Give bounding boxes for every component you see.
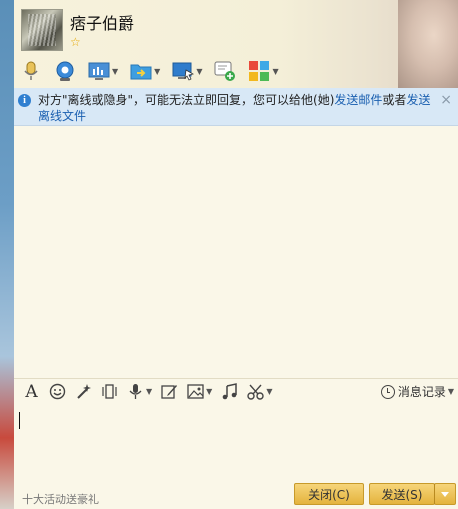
header-skin-image [398,0,458,88]
chat-toolbar: ▼ ▼ ▼ ▼ [20,58,291,84]
clock-icon [380,384,395,399]
doodle-button[interactable] [161,383,178,400]
image-button[interactable]: ▼ [187,383,212,400]
monitor-chart-icon [88,60,110,82]
microphone-icon [20,60,42,82]
message-history-area[interactable] [14,126,458,378]
text-cursor [19,412,20,429]
chat-add-icon [214,60,236,82]
emoji-button[interactable] [49,383,66,400]
chevron-down-icon[interactable]: ▼ [196,67,202,76]
chevron-down-icon[interactable]: ▼ [266,387,272,396]
screen-share-button[interactable]: ▼ [172,60,202,82]
font-button[interactable]: A [23,381,40,402]
voice-message-icon [127,383,144,400]
star-icon[interactable]: ☆ [70,36,81,48]
contact-name[interactable]: 痞子伯爵 [70,10,134,34]
music-button[interactable] [221,383,238,400]
webcam-icon [54,60,76,82]
close-button[interactable]: 关闭(C) [294,483,364,505]
folder-arrow-icon [130,60,152,82]
close-icon[interactable]: × [440,92,452,108]
apps-button[interactable]: ▼ [248,60,279,82]
send-button[interactable]: 发送(S) [369,483,435,505]
magic-expression-button[interactable] [75,383,92,400]
chevron-down-icon[interactable]: ▼ [448,387,454,396]
send-options-dropdown[interactable] [434,483,456,505]
chat-window: 痞子伯爵 ☆ ▼ ▼ ▼ ▼ i 对方"离线或隐身"，可能无法立即回复，您可以给… [14,0,458,509]
create-discussion-button[interactable] [214,60,236,82]
chevron-down-icon[interactable]: ▼ [206,387,212,396]
offline-notice-bar: i 对方"离线或隐身"，可能无法立即回复，您可以给他(她)发送邮件或者发送离线文… [14,88,458,126]
send-email-link[interactable]: 发送邮件 [334,93,382,107]
screenshot-scissors-icon [247,383,265,400]
voice-call-button[interactable] [20,60,42,82]
bottom-bar: 十大活动送豪礼 关闭(C) 发送(S) [14,480,458,509]
chevron-down-icon[interactable]: ▼ [146,387,152,396]
offline-notice-text: 对方"离线或隐身"，可能无法立即回复，您可以给他(她)发送邮件或者发送离线文件 [38,92,438,124]
promo-link[interactable]: 十大活动送豪礼 [22,491,99,507]
background-scenery [0,0,14,509]
screen-cursor-icon [172,60,195,82]
voice-message-button[interactable]: ▼ [127,383,152,400]
magic-wand-icon [75,383,92,400]
screenshot-button[interactable]: ▼ [247,383,272,400]
video-call-button[interactable] [54,60,76,82]
input-toolbar: A ▼ ▼ ▼ 消息记录 ▼ [14,378,458,404]
remote-assist-button[interactable]: ▼ [88,60,118,82]
info-icon: i [18,94,31,107]
chevron-down-icon[interactable]: ▼ [112,67,118,76]
doodle-icon [161,383,178,400]
app-grid-icon [248,60,270,82]
send-file-button[interactable]: ▼ [130,60,160,82]
vibrate-icon [101,383,118,400]
message-history-label: 消息记录 [397,385,446,399]
emoji-icon [49,383,66,400]
image-icon [187,383,204,400]
message-input[interactable] [14,404,458,480]
chevron-down-icon[interactable]: ▼ [154,67,160,76]
chevron-down-icon[interactable]: ▼ [272,67,278,76]
music-icon [221,383,238,400]
chat-header: 痞子伯爵 ☆ ▼ ▼ ▼ ▼ [14,0,458,88]
notice-message: 对方"离线或隐身"，可能无法立即回复，您可以给他(她) [38,93,335,107]
notice-connector: 或者 [382,93,407,107]
font-icon: A [25,381,38,402]
message-history-button[interactable]: 消息记录 ▼ [380,383,454,400]
vibrate-button[interactable] [101,383,118,400]
contact-avatar[interactable] [21,9,63,51]
